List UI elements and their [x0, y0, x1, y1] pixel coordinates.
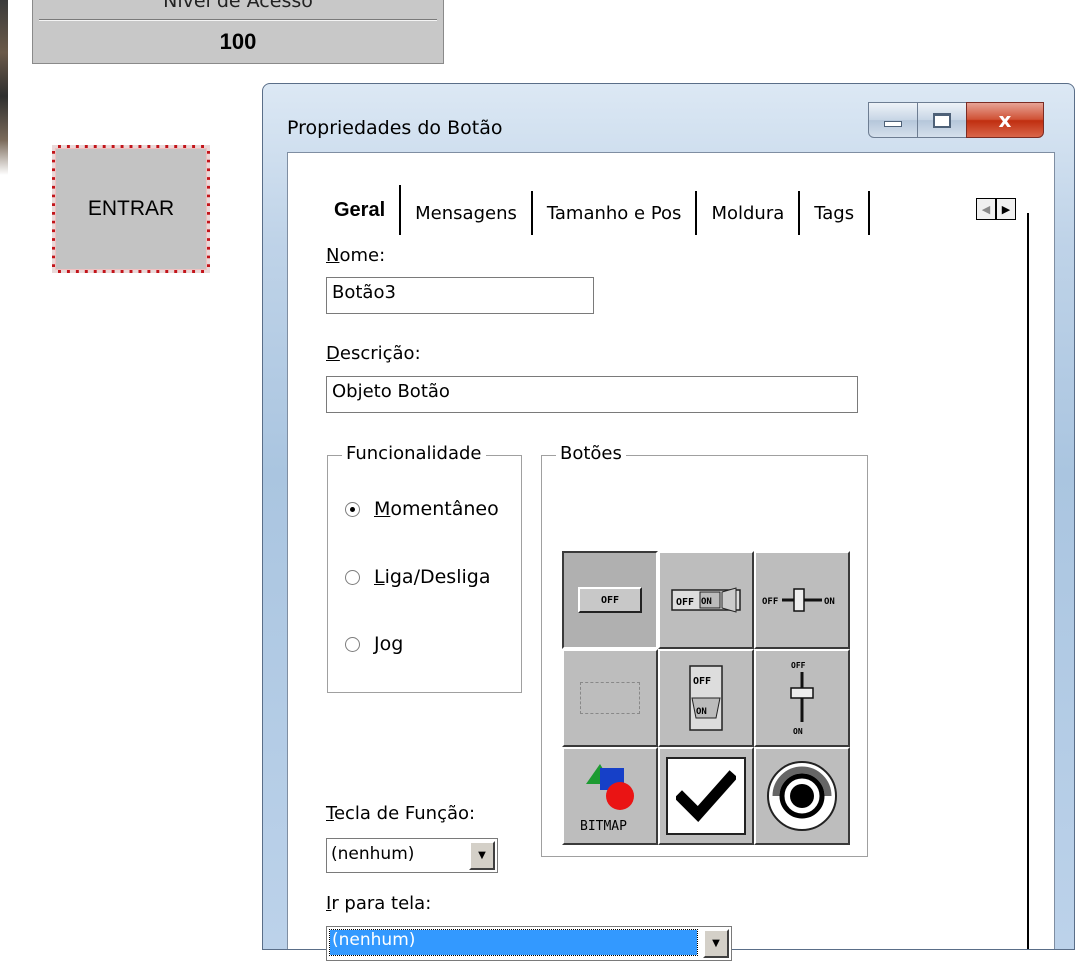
funcionalidade-group: Funcionalidade Momentâneo Liga/Desliga J… — [327, 443, 522, 693]
tab-moldura[interactable]: Moldura — [697, 191, 801, 235]
svg-text:ON: ON — [793, 727, 803, 736]
dialog-title: Propriedades do Botão — [287, 117, 503, 139]
radio-liga-desliga-label: Liga/Desliga — [374, 566, 491, 588]
tecla-funcao-select[interactable]: (nenhum) ▼ — [326, 838, 498, 873]
style-blank-button[interactable] — [562, 649, 658, 747]
tab-panel-border — [1027, 213, 1029, 949]
botoes-title: Botões — [556, 443, 626, 464]
style-slider-vertical-button[interactable]: OFF ON — [754, 649, 850, 747]
radio-jog[interactable]: Jog — [345, 633, 403, 655]
nome-input[interactable]: Botão3 — [326, 277, 594, 314]
tab-scroll-right-button[interactable]: ▶ — [996, 198, 1016, 220]
chevron-left-icon: ◀ — [981, 202, 991, 216]
maximize-icon — [933, 112, 951, 128]
chevron-down-icon[interactable]: ▼ — [469, 841, 495, 870]
radio-unchecked-icon — [345, 569, 360, 585]
svg-text:ON: ON — [824, 597, 835, 607]
style-off-button[interactable]: OFF — [562, 551, 658, 649]
svg-text:BITMAP: BITMAP — [580, 819, 627, 834]
radio-momentaneo-label: Momentâneo — [374, 498, 499, 520]
tecla-funcao-label: Tecla de Função: — [326, 803, 476, 824]
blank-button-preview-icon — [580, 682, 640, 714]
svg-text:OFF: OFF — [791, 661, 806, 670]
descricao-input[interactable]: Objeto Botão — [326, 376, 858, 413]
svg-text:OFF: OFF — [762, 597, 778, 607]
bitmap-shapes-icon: BITMAP — [580, 764, 634, 834]
style-checkbox-button[interactable] — [658, 747, 754, 845]
access-level-label: Nível de Acesso — [163, 0, 313, 12]
radio-target-icon — [767, 761, 837, 831]
radio-liga-desliga[interactable]: Liga/Desliga — [345, 566, 490, 588]
vertical-slider-switch-icon: OFF ON — [790, 661, 814, 736]
svg-text:ON: ON — [701, 597, 712, 607]
style-bitmap-button[interactable]: BITMAP — [562, 747, 658, 845]
horizontal-slider-switch-icon: OFF ON — [762, 588, 835, 612]
radio-checked-icon — [345, 501, 360, 517]
access-level-divider — [39, 20, 437, 21]
style-radio-button[interactable] — [754, 747, 850, 845]
ir-para-tela-value: (nenhum) — [329, 929, 698, 956]
minimize-button[interactable] — [868, 102, 918, 138]
minimize-icon — [884, 121, 902, 127]
window-controls: x — [868, 102, 1044, 140]
chevron-right-icon: ▶ — [1001, 202, 1011, 216]
button-properties-dialog: Propriedades do Botão x Geral Mensagens … — [262, 83, 1075, 961]
ir-para-tela-select[interactable]: (nenhum) ▼ — [326, 926, 732, 961]
funcionalidade-title: Funcionalidade — [342, 443, 486, 464]
radio-momentaneo[interactable]: Momentâneo — [345, 498, 499, 520]
checkmark-icon — [666, 757, 746, 835]
tab-mensagens[interactable]: Mensagens — [401, 191, 533, 235]
ir-para-tela-label: Ir para tela: — [326, 893, 432, 914]
tecla-funcao-value: (nenhum) — [331, 844, 415, 864]
svg-text:ON: ON — [696, 707, 707, 717]
tab-tamanho-e-pos[interactable]: Tamanho e Pos — [532, 191, 698, 235]
background-edge — [0, 0, 8, 175]
style-off-on-button[interactable]: OFF ON — [658, 551, 754, 649]
radio-unchecked-icon — [345, 636, 360, 652]
tab-strip: Geral Mensagens Tamanho e Pos Moldura Ta… — [320, 185, 871, 235]
access-level-panel: Nível de Acesso 100 — [32, 0, 444, 64]
tab-geral[interactable]: Geral — [320, 185, 402, 235]
tab-tags[interactable]: Tags — [800, 191, 871, 235]
off-on-switch-icon: OFF ON — [671, 587, 741, 613]
vertical-rocker-switch-icon: OFF ON — [689, 665, 723, 731]
svg-text:OFF: OFF — [693, 676, 711, 687]
chevron-down-icon[interactable]: ▼ — [703, 929, 729, 958]
button-style-grid: OFF OFF ON OFF ON OFF ON OFF ON BITMAP — [562, 551, 850, 845]
radio-jog-label: Jog — [374, 633, 404, 655]
close-icon: x — [998, 108, 1012, 132]
svg-text:OFF: OFF — [676, 597, 694, 608]
nome-label: Nome: — [326, 245, 386, 266]
tab-scroll-left-button[interactable]: ◀ — [976, 198, 996, 220]
close-button[interactable]: x — [966, 102, 1044, 138]
maximize-button[interactable] — [917, 102, 967, 138]
descricao-label: Descrição: — [326, 343, 421, 364]
dialog-client-area: Geral Mensagens Tamanho e Pos Moldura Ta… — [287, 152, 1055, 961]
entrar-button[interactable]: ENTRAR — [52, 145, 210, 273]
access-level-value: 100 — [219, 29, 257, 54]
entrar-button-label: ENTRAR — [87, 197, 175, 220]
tab-scroll-controls: ◀ ▶ — [976, 198, 1016, 220]
off-button-preview-icon: OFF — [578, 587, 642, 613]
style-off-on-vertical-button[interactable]: OFF ON — [658, 649, 754, 747]
style-slider-horizontal-button[interactable]: OFF ON — [754, 551, 850, 649]
